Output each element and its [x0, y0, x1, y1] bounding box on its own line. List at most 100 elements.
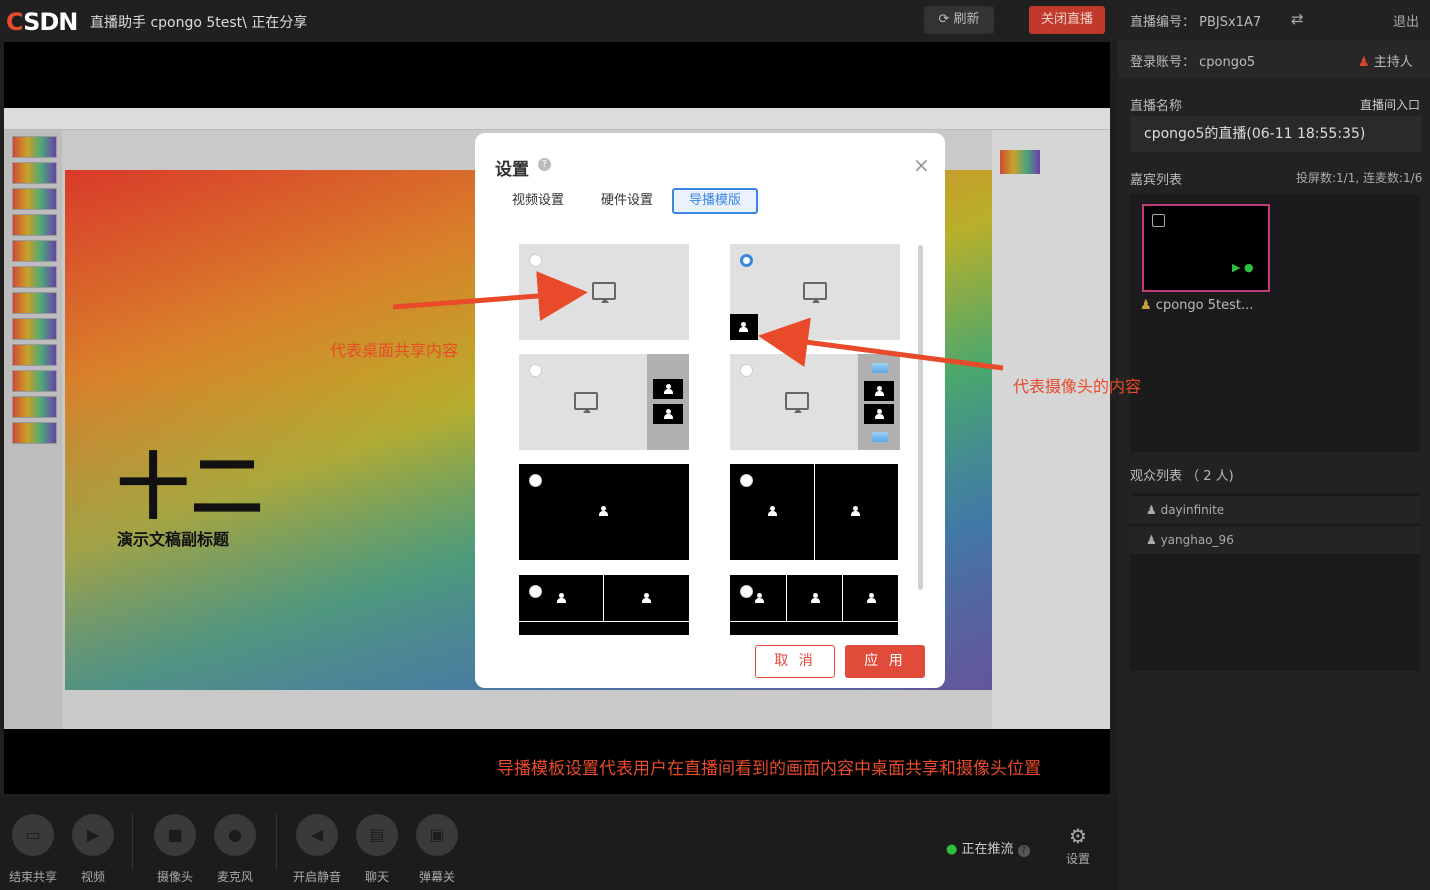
user-icon: ♟	[1146, 533, 1161, 547]
annotation-camera: 代表摄像头的内容	[1013, 377, 1142, 396]
stream-name-label: 直播名称	[1130, 99, 1183, 114]
settings-button[interactable]: ⚙ 设置	[1058, 824, 1098, 867]
tab-video-settings[interactable]: 视频设置	[503, 188, 573, 214]
divider	[132, 814, 133, 870]
help-icon[interactable]: ?	[1017, 845, 1030, 857]
template-radio-selected[interactable]	[740, 254, 753, 267]
control-label: 聊天	[364, 870, 389, 884]
slide-thumbnail	[12, 370, 57, 392]
refresh-button[interactable]: ⟳ 刷新	[924, 6, 994, 34]
camera-mic-indicator-icon: ▶ ●	[1232, 261, 1254, 274]
host-badge: ♟ 主持人	[1358, 51, 1413, 70]
template-radio[interactable]	[529, 474, 542, 487]
person-icon	[739, 322, 748, 332]
template-radio[interactable]	[529, 585, 542, 598]
guest-list-label: 嘉宾列表	[1130, 173, 1183, 188]
host-user-icon: ♟	[1358, 55, 1374, 70]
control-label: 视频	[80, 870, 105, 884]
image-icon	[872, 363, 888, 373]
right-sidebar: 直播编号： PBJSx1A7 ⇄ 退出 登录账号： cpongo5 ♟ 主持人 …	[1118, 0, 1430, 890]
slide-thumbnail	[12, 266, 57, 288]
logout-link[interactable]: 退出	[1393, 11, 1419, 30]
camera-tile	[864, 381, 894, 401]
guest-stats: 投屏数:1/1, 连麦数:1/6	[1296, 171, 1423, 185]
guest-checkbox[interactable]	[1152, 214, 1165, 227]
camera-tile	[864, 404, 894, 424]
template-two-cameras-top[interactable]	[519, 575, 689, 635]
tab-director-template[interactable]: 导播模版	[672, 188, 758, 214]
desktop-icon	[592, 282, 616, 303]
apply-button[interactable]: 应 用	[845, 645, 925, 678]
stream-name-field[interactable]: cpongo5的直播(06-11 18:55:35)	[1130, 116, 1422, 152]
video-button[interactable]: ▶ 视频	[63, 810, 123, 885]
desktop-icon	[785, 392, 809, 413]
guest-list-panel: ▶ ● ♟ cpongo 5test...	[1130, 194, 1420, 452]
push-status-text: 正在推流	[961, 842, 1014, 857]
danmaku-toggle-button[interactable]: ▣ 弹幕关	[407, 810, 467, 885]
settings-label: 设置	[1065, 852, 1090, 866]
help-icon[interactable]: ?	[538, 158, 551, 171]
live-room-entry-link[interactable]: 直播间入口	[1360, 96, 1420, 113]
annotation-desktop-share: 代表桌面共享内容	[330, 341, 459, 360]
control-label: 摄像头	[156, 870, 193, 884]
status-dot-icon: ●	[946, 842, 962, 857]
danmaku-icon: ▣	[429, 825, 445, 844]
ppt-format-panel	[992, 130, 1110, 729]
template-desktop-camera-images[interactable]	[730, 354, 900, 450]
slide-thumbnails	[4, 130, 62, 729]
audience-list-label: 观众列表 （ 2 人)	[1130, 469, 1234, 484]
template-radio[interactable]	[740, 585, 753, 598]
divider	[519, 621, 689, 622]
dialog-title: 设置	[495, 160, 529, 180]
template-single-camera[interactable]	[519, 464, 689, 560]
person-icon	[664, 409, 673, 419]
settings-dialog: 设置 ? × 视频设置 硬件设置 导播模版 取 消 应 用	[475, 133, 945, 688]
cancel-button[interactable]: 取 消	[755, 645, 835, 678]
chat-icon: ▤	[369, 825, 385, 844]
close-icon[interactable]: ×	[913, 153, 930, 177]
slide-thumbnail	[12, 396, 57, 418]
divider	[730, 621, 898, 622]
mute-button[interactable]: ◀ 开启静音	[287, 810, 347, 885]
camera-icon: ■	[167, 825, 183, 844]
camera-button[interactable]: ■ 摄像头	[145, 810, 205, 885]
template-radio[interactable]	[740, 474, 753, 487]
template-three-cameras-top[interactable]	[730, 575, 898, 635]
template-desktop-with-camera-corner[interactable]	[730, 244, 900, 340]
end-share-button[interactable]: ▭ 结束共享	[3, 810, 63, 885]
person-icon	[664, 384, 673, 394]
app-title: 直播助手 cpongo 5test\ 正在分享	[90, 15, 308, 31]
template-desktop-two-cameras[interactable]	[519, 354, 689, 450]
camera-tile	[653, 379, 683, 399]
theme-preview	[1000, 150, 1040, 174]
top-bar: CSDN 直播助手 cpongo 5test\ 正在分享 ⟳ 刷新 关闭直播	[0, 0, 1118, 40]
push-status: ● 正在推流 ?	[946, 838, 1030, 857]
slide-thumbnail	[12, 162, 57, 184]
desktop-icon	[803, 282, 827, 303]
control-label: 弹幕关	[418, 870, 455, 884]
template-radio[interactable]	[529, 364, 542, 377]
divider	[786, 575, 787, 621]
microphone-button[interactable]: ● 麦克风	[205, 810, 265, 885]
desktop-icon	[574, 392, 598, 413]
slide-thumbnail	[12, 344, 57, 366]
guest-name-text: cpongo 5test...	[1155, 298, 1254, 313]
csdn-logo: CSDN	[6, 8, 78, 36]
chat-button[interactable]: ▤ 聊天	[347, 810, 407, 885]
audience-item[interactable]: ♟ yanghao_96	[1130, 526, 1420, 554]
divider	[814, 464, 815, 560]
audience-item[interactable]: ♟ dayinfinite	[1130, 496, 1420, 524]
guest-video-tile[interactable]: ▶ ●	[1142, 204, 1270, 292]
close-live-button[interactable]: 关闭直播	[1029, 6, 1105, 34]
slide-thumbnail	[12, 422, 57, 444]
user-icon: ♟	[1140, 298, 1156, 313]
audience-name: yanghao_96	[1160, 533, 1234, 547]
template-scrollbar[interactable]	[918, 245, 923, 590]
template-two-cameras[interactable]	[730, 464, 898, 560]
switch-icon[interactable]: ⇄	[1291, 10, 1304, 28]
template-radio[interactable]	[740, 364, 753, 377]
tab-hardware-settings[interactable]: 硬件设置	[591, 188, 663, 214]
template-desktop-only[interactable]	[519, 244, 689, 340]
template-radio[interactable]	[529, 254, 542, 267]
control-label: 开启静音	[292, 870, 341, 884]
